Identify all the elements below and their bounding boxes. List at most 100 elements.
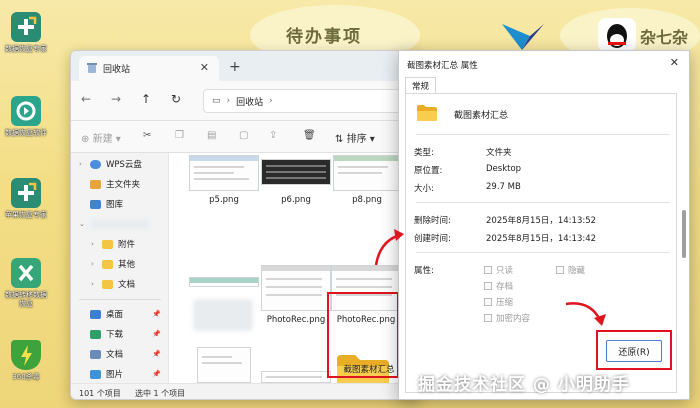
deleted-label: 删除时间:	[414, 216, 451, 226]
qq-icon[interactable]	[598, 18, 636, 52]
file-thumbnail[interactable]	[261, 159, 331, 185]
desktop-icon-apple-recovery[interactable]: 苹果恢复专家	[4, 178, 48, 220]
forward-arrow-icon[interactable]: →	[111, 92, 121, 106]
up-arrow-icon[interactable]: ↑	[141, 92, 151, 106]
new-tab-icon[interactable]: +	[229, 59, 241, 75]
desktop-icon-recovery-expert[interactable]: 数据恢复专家	[4, 12, 48, 54]
tab-recycle-bin[interactable]: 回收站 ✕	[79, 56, 219, 81]
folder-icon	[416, 104, 438, 122]
back-arrow-icon[interactable]: ←	[81, 92, 91, 106]
file-thumbnail[interactable]	[189, 155, 259, 191]
divider	[416, 252, 670, 253]
app-logo-icon[interactable]	[500, 22, 546, 52]
watermark-text: 掘金技术社区 @ 小明助手	[418, 375, 630, 395]
archive-checkbox[interactable]: 存档	[484, 280, 513, 292]
restore-button[interactable]: 还原(R)	[606, 340, 662, 362]
annotation-arrow-icon	[374, 229, 404, 266]
file-thumbnail[interactable]	[197, 347, 251, 383]
nav-item-gallery[interactable]: 图库	[79, 195, 167, 213]
nav-item-wps-cloud[interactable]: › WPS云盘	[79, 155, 167, 173]
delete-icon[interactable]: 🗑	[303, 130, 316, 141]
scrollbar[interactable]	[682, 210, 686, 258]
new-button[interactable]: ⊕ 新建 ▾	[81, 130, 121, 145]
desktop-banner-title: 待办事项	[286, 27, 362, 47]
chevron-right-icon: ›	[91, 280, 94, 288]
file-thumbnail[interactable]	[261, 371, 331, 383]
tab-bar: 回收站 ✕ +	[71, 51, 419, 81]
encrypt-checkbox[interactable]: 加密内容	[484, 312, 530, 324]
readonly-checkbox[interactable]: 只读	[484, 264, 513, 276]
nav-item-blurred[interactable]: ⌄	[79, 215, 167, 233]
compress-checkbox[interactable]: 压缩	[484, 296, 513, 308]
picture-icon	[90, 369, 101, 379]
type-label: 类型:	[414, 148, 434, 158]
tab-title: 回收站	[103, 65, 131, 75]
nav-item-pictures[interactable]: 图片 📌	[79, 365, 167, 383]
monitor-icon: ▭	[212, 96, 221, 106]
address-text: 回收站	[236, 97, 264, 108]
desktop-icon	[90, 309, 101, 319]
pin-icon[interactable]: 📌	[152, 370, 161, 378]
item-name: 截图素材汇总	[454, 111, 509, 121]
plus-arrow-icon	[11, 12, 41, 42]
nav-item-home[interactable]: 主文件夹	[79, 175, 167, 193]
file-name[interactable]: p6.png	[261, 195, 331, 205]
desktop-icon-data-transfer[interactable]: 数据转移数据恢复	[4, 258, 48, 309]
document-icon	[90, 349, 101, 359]
command-bar: ⊕ 新建 ▾ ✂ ❐ ▤ ▢ ⇪ 🗑 ⇅ 排序 ▾	[71, 121, 419, 153]
pin-icon[interactable]: 📌	[152, 350, 161, 358]
nav-item-attachments[interactable]: › 附件	[79, 235, 167, 253]
address-bar[interactable]: ▭ › 回收站 ›	[203, 89, 419, 113]
chevron-right-icon: ›	[91, 260, 94, 268]
close-icon[interactable]: ✕	[670, 56, 679, 69]
folder-icon	[102, 259, 113, 269]
deleted-value: 2025年8月15日，14:13:52	[486, 216, 597, 226]
copy-icon[interactable]: ❐	[175, 130, 184, 141]
annotation-arrow-icon	[565, 302, 606, 326]
file-name[interactable]: PhotoRec.png	[261, 315, 331, 325]
nav-item-downloads[interactable]: 下载 📌	[79, 325, 167, 343]
nav-item-desktop[interactable]: 桌面 📌	[79, 305, 167, 323]
status-bar: 101 个项目 选中 1 个项目	[71, 383, 419, 399]
folder-icon	[102, 239, 113, 249]
selection-count: 选中 1 个项目	[135, 389, 186, 398]
chevron-right-icon: ›	[269, 96, 273, 106]
blurred-thumbnail	[193, 299, 253, 331]
cut-icon[interactable]: ✂	[143, 130, 151, 141]
nav-item-documents[interactable]: 文档 📌	[79, 345, 167, 363]
file-thumbnail[interactable]	[189, 277, 259, 287]
nav-item-misc[interactable]: › 其他	[79, 255, 167, 273]
chevron-down-icon: ⌄	[79, 220, 85, 228]
hidden-checkbox[interactable]: 隐藏	[556, 264, 585, 276]
chevron-right-icon: ›	[79, 160, 82, 168]
chevron-down-icon: ▾	[369, 134, 375, 145]
navigation-bar: ← → ↑ ↻ ▭ › 回收站 ›	[71, 81, 419, 121]
chevron-right-icon: ›	[226, 96, 231, 106]
attributes-label: 属性:	[414, 266, 434, 276]
file-name[interactable]: p8.png	[332, 195, 402, 205]
tab-general[interactable]: 常规	[405, 77, 437, 94]
sort-button[interactable]: ⇅ 排序 ▾	[335, 130, 375, 145]
sort-icon: ⇅	[335, 134, 344, 145]
highlight-selected-folder	[327, 292, 399, 378]
size-value: 29.7 MB	[486, 182, 521, 192]
paste-icon[interactable]: ▤	[207, 130, 216, 141]
file-thumbnail[interactable]	[261, 265, 331, 311]
rename-icon[interactable]: ▢	[239, 130, 248, 141]
size-label: 大小:	[414, 184, 434, 194]
file-name[interactable]: p5.png	[189, 195, 259, 205]
gallery-icon	[90, 199, 101, 209]
shield-icon	[11, 340, 41, 370]
refresh-icon[interactable]: ↻	[171, 92, 181, 106]
nav-item-docs[interactable]: › 文档	[79, 275, 167, 293]
plus-circle-icon: ⊕	[81, 134, 90, 145]
desktop-icon-recovery-software[interactable]: 数据恢复软件	[4, 96, 48, 138]
desktop-icon-360-antivirus[interactable]: 360杀毒	[4, 340, 48, 382]
tab-close-icon[interactable]: ✕	[200, 61, 209, 74]
desktop-banner-title-right: 杂七杂	[640, 28, 689, 47]
origin-value: Desktop	[486, 164, 522, 174]
pin-icon[interactable]: 📌	[152, 310, 161, 318]
file-thumbnail[interactable]	[333, 155, 401, 191]
pin-icon[interactable]: 📌	[152, 330, 161, 338]
share-icon[interactable]: ⇪	[269, 130, 277, 141]
